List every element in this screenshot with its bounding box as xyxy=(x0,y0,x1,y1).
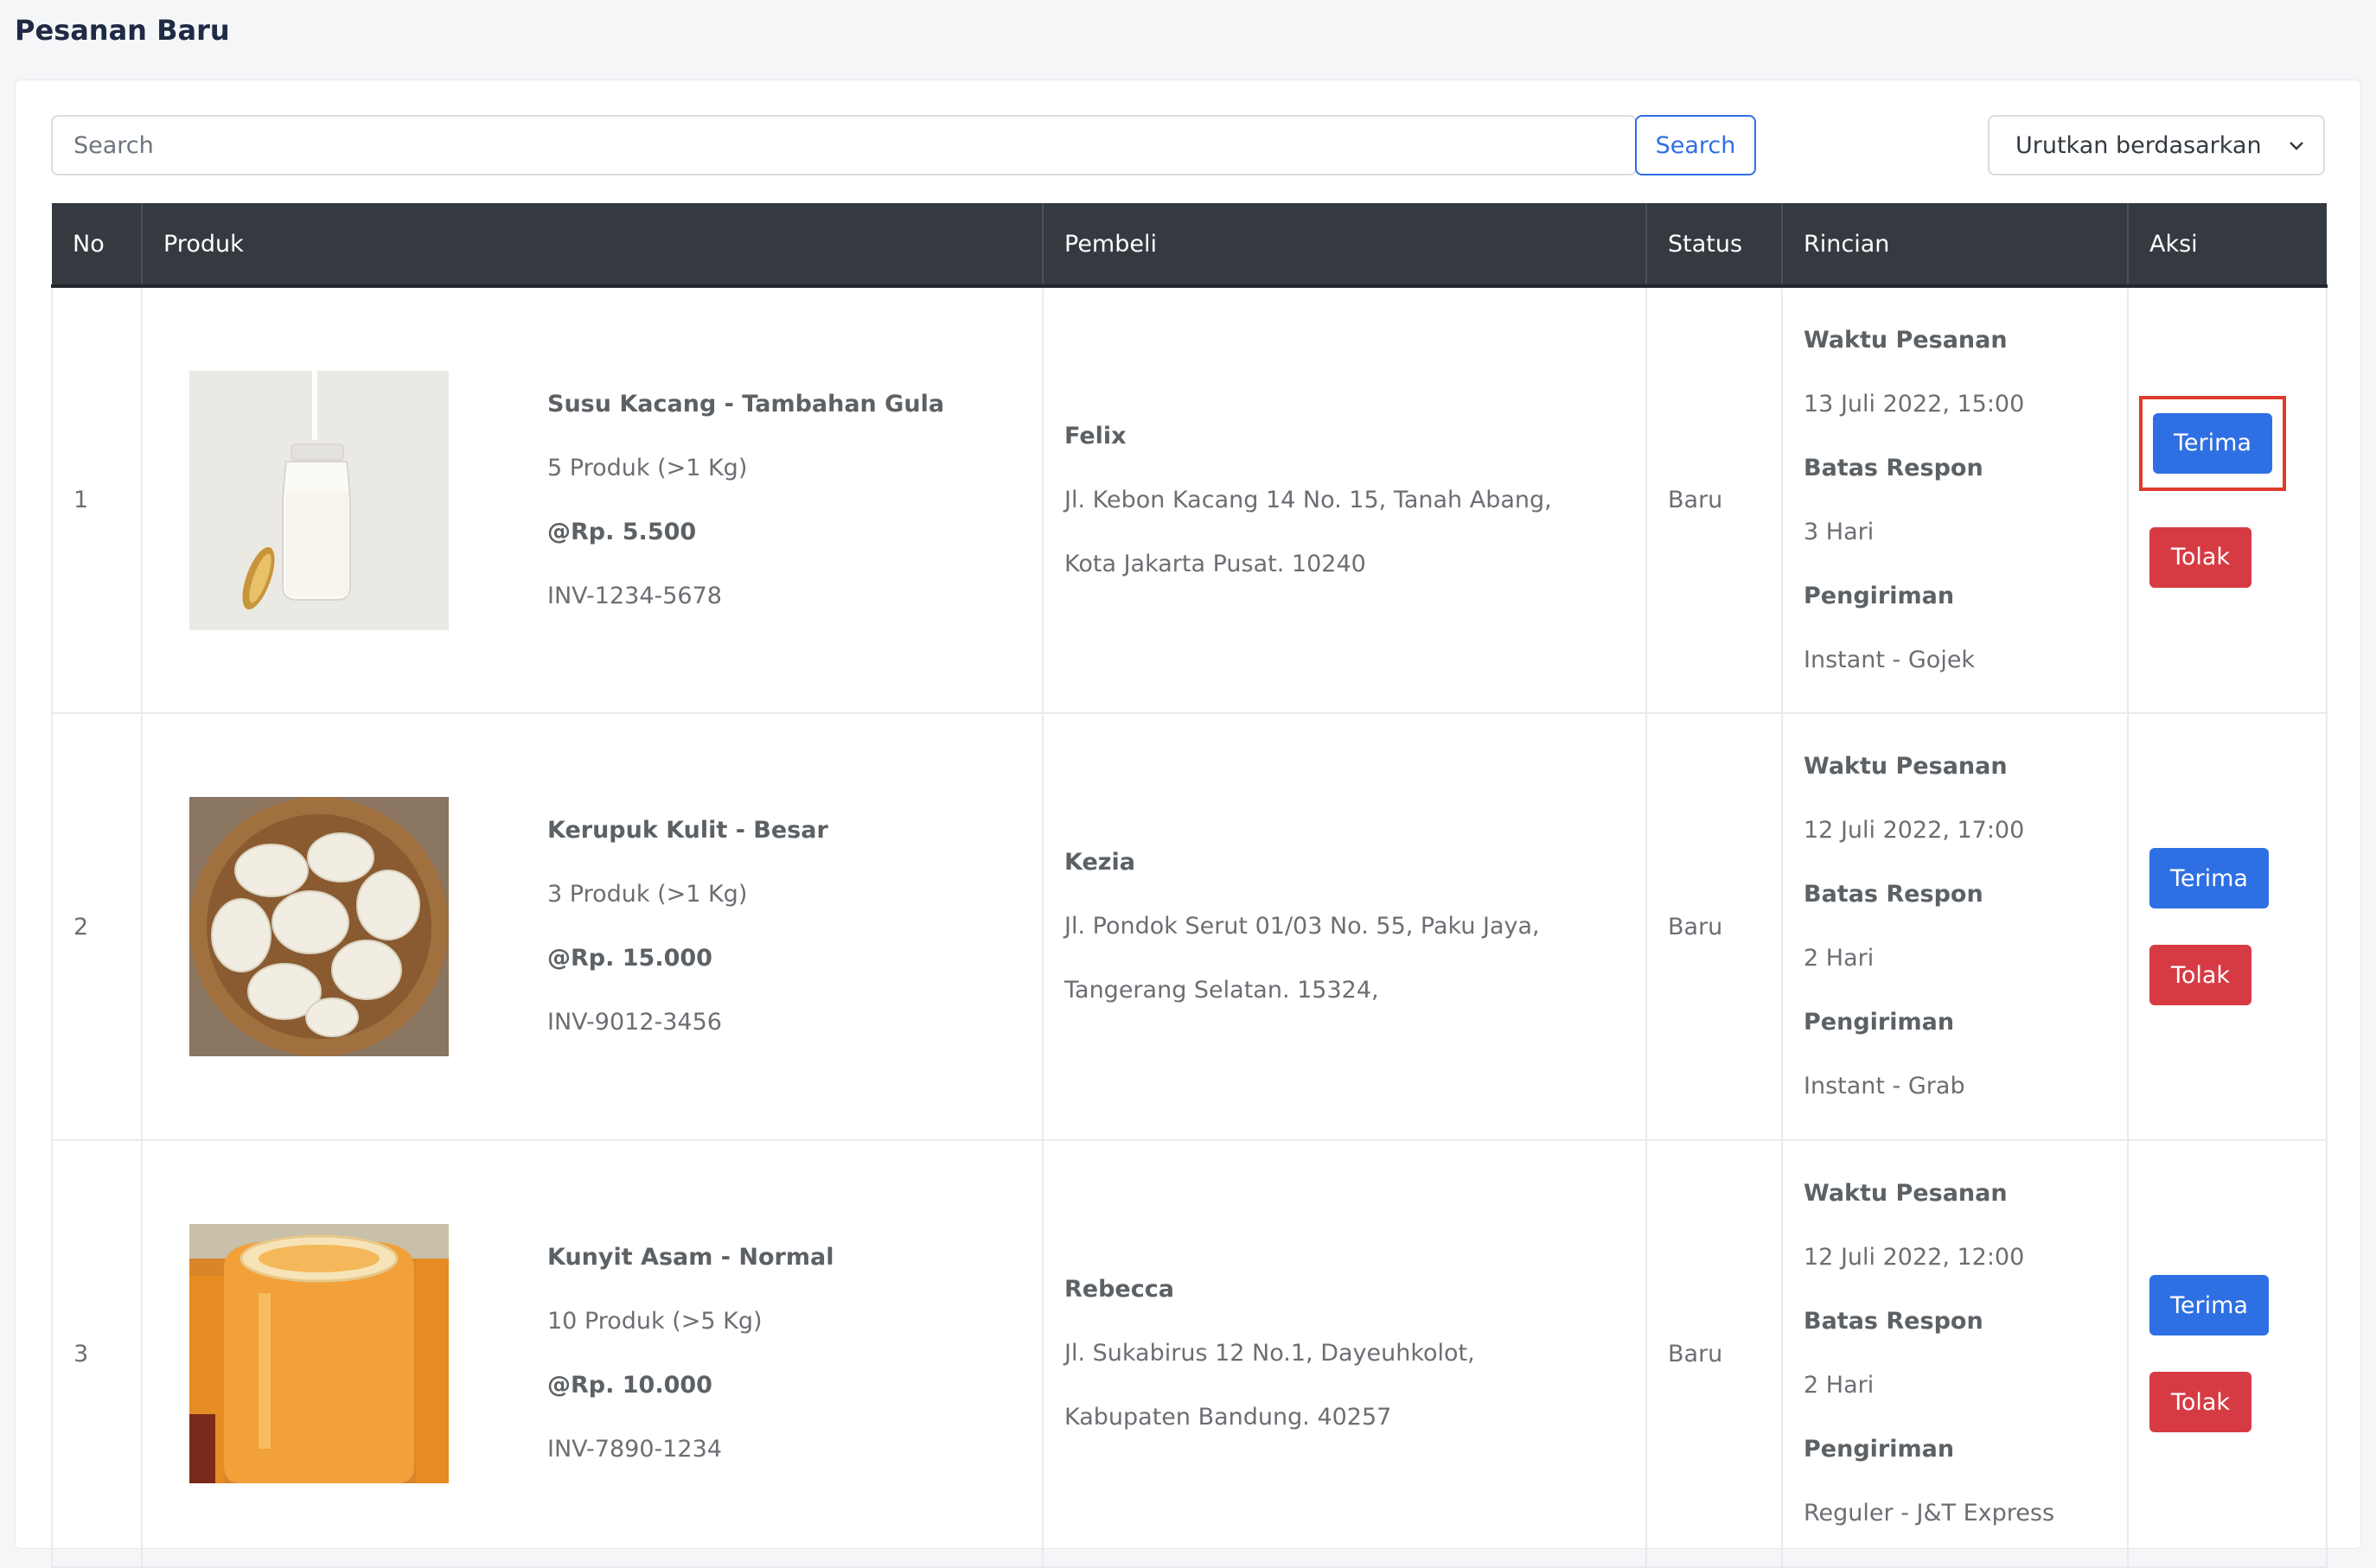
reject-button[interactable]: Tolak xyxy=(2149,526,2251,588)
search-input[interactable] xyxy=(51,115,1637,175)
buyer-address-line1: Jl. Pondok Serut 01/03 No. 55, Paku Jaya… xyxy=(1064,913,1540,940)
buyer-name: Felix xyxy=(1064,422,1127,449)
buyer-name: Rebecca xyxy=(1064,1276,1174,1303)
buyer-address-line1: Jl. Kebon Kacang 14 No. 15, Tanah Abang, xyxy=(1064,486,1552,513)
buyer-address-line1: Jl. Sukabirus 12 No.1, Dayeuhkolot, xyxy=(1064,1340,1475,1367)
header-rincian: Rincian xyxy=(1782,203,2129,288)
sort-select-label: Urutkan berdasarkan xyxy=(2015,131,2262,159)
batas-respon-label: Batas Respon xyxy=(1804,454,1983,481)
batas-respon-label: Batas Respon xyxy=(1804,1308,1983,1335)
reject-button[interactable]: Tolak xyxy=(2149,1372,2251,1432)
header-status: Status xyxy=(1646,203,1783,288)
product-invoice: INV-7890-1234 xyxy=(547,1436,722,1463)
product-image-kerupuk-kulit xyxy=(189,797,449,1056)
waktu-pesanan-value: 12 Juli 2022, 17:00 xyxy=(1804,817,2025,844)
batas-respon-label: Batas Respon xyxy=(1804,881,1983,908)
pengiriman-label: Pengiriman xyxy=(1804,582,1955,609)
table-header-row: No Produk Pembeli Status Rincian Aksi xyxy=(52,203,2327,288)
product-image-kunyit-asam xyxy=(189,1224,449,1483)
waktu-pesanan-label: Waktu Pesanan xyxy=(1804,326,2008,354)
chevron-down-icon xyxy=(2290,142,2303,150)
product-invoice: INV-1234-5678 xyxy=(547,582,722,609)
table-row: 3 Kunyit Asam - Normal 10 Produk (>5 Kg)… xyxy=(51,1139,2328,1568)
reject-button[interactable]: Tolak xyxy=(2149,945,2251,1005)
search-button[interactable]: Search xyxy=(1635,115,1756,175)
highlight-box: Terima xyxy=(2139,395,2286,491)
table-row: 2 Kerupuk Kulit - Besar 3 Produk (>1 Kg)… xyxy=(51,712,2328,1141)
product-qty: 3 Produk (>1 Kg) xyxy=(547,881,748,908)
product-invoice: INV-9012-3456 xyxy=(547,1009,722,1036)
waktu-pesanan-value: 13 Juli 2022, 15:00 xyxy=(1804,390,2025,417)
batas-respon-value: 3 Hari xyxy=(1804,518,1875,545)
header-aksi: Aksi xyxy=(2128,203,2327,288)
waktu-pesanan-value: 12 Juli 2022, 12:00 xyxy=(1804,1244,2025,1271)
batas-respon-value: 2 Hari xyxy=(1804,945,1875,972)
buyer-address-line2: Kota Jakarta Pusat. 10240 xyxy=(1064,550,1366,577)
page-title: Pesanan Baru xyxy=(15,14,230,47)
product-price: @Rp. 5.500 xyxy=(547,518,697,545)
orders-card: Search Urutkan berdasarkan No Produk Pem… xyxy=(15,80,2361,1568)
pengiriman-label: Pengiriman xyxy=(1804,1436,1955,1463)
orders-table: No Produk Pembeli Status Rincian Aksi 1 xyxy=(51,203,2328,1568)
accept-button[interactable]: Terima xyxy=(2149,1275,2269,1335)
product-qty: 5 Produk (>1 Kg) xyxy=(547,454,748,481)
product-name: Kerupuk Kulit - Besar xyxy=(547,817,828,844)
header-produk: Produk xyxy=(142,203,1044,288)
product-image-susu-kacang xyxy=(189,370,449,630)
product-name: Susu Kacang - Tambahan Gula xyxy=(547,390,945,417)
order-status: Baru xyxy=(1645,285,1783,714)
order-status: Baru xyxy=(1645,712,1783,1141)
accept-button[interactable]: Terima xyxy=(2149,848,2269,908)
buyer-address-line2: Kabupaten Bandung. 40257 xyxy=(1064,1404,1392,1431)
buyer-address-line2: Tangerang Selatan. 15324, xyxy=(1064,977,1379,1004)
waktu-pesanan-label: Waktu Pesanan xyxy=(1804,753,2008,780)
pengiriman-value: Instant - Gojek xyxy=(1804,646,1976,673)
header-no: No xyxy=(52,203,143,288)
pengiriman-label: Pengiriman xyxy=(1804,1009,1955,1036)
product-price: @Rp. 10.000 xyxy=(547,1372,712,1399)
pengiriman-value: Reguler - J&T Express xyxy=(1804,1500,2055,1527)
accept-button[interactable]: Terima xyxy=(2153,412,2272,474)
table-row: 1 Susu Kacang - Tambahan Gula 5 Produk (… xyxy=(51,285,2328,714)
sort-select[interactable]: Urutkan berdasarkan xyxy=(1988,115,2325,175)
header-pembeli: Pembeli xyxy=(1043,203,1647,288)
row-number: 2 xyxy=(51,712,143,1141)
row-number: 3 xyxy=(51,1139,143,1568)
product-qty: 10 Produk (>5 Kg) xyxy=(547,1308,763,1335)
batas-respon-value: 2 Hari xyxy=(1804,1372,1875,1399)
buyer-name: Kezia xyxy=(1064,849,1135,876)
row-number: 1 xyxy=(51,285,143,714)
product-name: Kunyit Asam - Normal xyxy=(547,1244,834,1271)
order-status: Baru xyxy=(1645,1139,1783,1568)
waktu-pesanan-label: Waktu Pesanan xyxy=(1804,1180,2008,1207)
pengiriman-value: Instant - Grab xyxy=(1804,1073,1965,1100)
product-price: @Rp. 15.000 xyxy=(547,945,712,972)
